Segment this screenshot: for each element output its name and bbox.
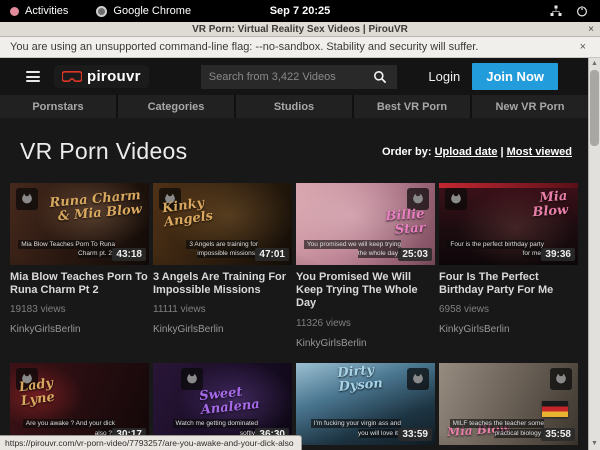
duration-badge: 35:58	[541, 428, 575, 441]
video-grid: Runa Charm & Mia Blow Mia Blow Teaches P…	[0, 183, 588, 450]
page-title: VR Porn Videos	[20, 138, 187, 165]
studio-logo-badge	[181, 368, 203, 390]
thumbnail-overlay-name: Kinky Angels	[161, 196, 213, 230]
thumbnail-overlay-name: Sweet Analena	[199, 384, 261, 417]
search-icon	[373, 70, 387, 84]
main-nav: Pornstars Categories Studios Best VR Por…	[0, 95, 588, 118]
video-thumbnail[interactable]: Runa Charm & Mia Blow Mia Blow Teaches P…	[10, 183, 149, 265]
search-input[interactable]	[201, 71, 363, 83]
scroll-down-icon[interactable]: ▼	[589, 438, 600, 450]
window-close-icon[interactable]: ×	[588, 22, 594, 37]
hamburger-menu-icon[interactable]	[26, 71, 40, 82]
status-bar-url: https://pirouvr.com/vr-porn-video/779325…	[0, 435, 302, 450]
site-logo[interactable]: pirouvr	[54, 65, 149, 88]
german-flag	[542, 401, 568, 417]
thumbnail-caption: I'm fucking your virgin ass and you will…	[304, 419, 401, 439]
studio-logo-badge	[16, 188, 38, 210]
studio-logo-badge	[407, 368, 429, 390]
video-thumbnail[interactable]: Dirty Dyson I'm fucking your virgin ass …	[296, 363, 435, 445]
activities-dot-icon	[10, 7, 19, 16]
video-thumbnail[interactable]: Kinky Angels 3 Angels are training for i…	[153, 183, 292, 265]
video-title[interactable]: Four Is The Perfect Birthday Party For M…	[439, 271, 578, 297]
nav-item-pornstars[interactable]: Pornstars	[0, 95, 116, 118]
scroll-up-icon[interactable]: ▲	[589, 58, 600, 70]
thumbnail-overlay-name: Billie Star	[385, 208, 426, 238]
network-icon[interactable]	[550, 5, 562, 17]
site-header: pirouvr Login Join Now	[0, 58, 588, 95]
studio-link[interactable]: KinkyGirlsBerlin	[439, 324, 510, 335]
video-card: Dirty Dyson I'm fucking your virgin ass …	[296, 363, 435, 450]
order-by-label: Order by:	[382, 146, 432, 158]
app-menu-label: Google Chrome	[113, 5, 191, 17]
duration-badge: 39:36	[541, 248, 575, 261]
system-top-bar: Activities Google Chrome Sep 7 20:25	[0, 0, 600, 22]
page-scrollbar[interactable]: ▲ ▼	[588, 58, 600, 450]
thumbnail-overlay-name: Runa Charm & Mia Blow	[49, 189, 143, 224]
activities-button[interactable]: Activities	[10, 5, 68, 17]
duration-badge: 25:03	[398, 248, 432, 261]
system-clock[interactable]: Sep 7 20:25	[0, 5, 600, 17]
login-button[interactable]: Login	[428, 69, 460, 84]
duration-badge: 33:59	[398, 428, 432, 441]
order-by-most-viewed-link[interactable]: Most viewed	[507, 146, 572, 158]
thumbnail-caption: 3 Angels are training for impossible mis…	[161, 240, 258, 260]
search-box	[201, 65, 397, 89]
video-thumbnail[interactable]: Lady Lyne Are you awake ? And your dick …	[10, 363, 149, 445]
window-title-bar: VR Porn: Virtual Reality Sex Videos | Pi…	[0, 22, 600, 37]
nav-item-studios[interactable]: Studios	[236, 95, 352, 118]
studio-link[interactable]: KinkyGirlsBerlin	[296, 338, 367, 349]
thumbnail-overlay-name: Dirty Dyson	[337, 363, 383, 394]
thumbnail-caption: You promised we will keep trying the who…	[304, 240, 401, 260]
video-views: 19183 views	[10, 304, 149, 315]
search-button[interactable]	[363, 65, 397, 89]
infobar-close-icon[interactable]: ×	[580, 41, 590, 53]
video-views: 11111 views	[153, 304, 292, 315]
studio-link[interactable]: KinkyGirlsBerlin	[10, 324, 81, 335]
browser-viewport: pirouvr Login Join Now Pornstars Categor…	[0, 58, 600, 450]
nav-item-best-vr-porn[interactable]: Best VR Porn	[354, 95, 470, 118]
video-card: Kinky Angels 3 Angels are training for i…	[153, 183, 292, 351]
infobar-message: You are using an unsupported command-lin…	[10, 41, 478, 53]
order-by-controls: Order by: Upload date|Most viewed	[382, 146, 572, 158]
video-thumbnail[interactable]: Mia Blow Four is the perfect birthday pa…	[439, 183, 578, 265]
thumbnail-overlay-name: Mia Blow	[531, 190, 569, 220]
duration-badge: 47:01	[255, 248, 289, 261]
window-title: VR Porn: Virtual Reality Sex Videos | Pi…	[192, 24, 408, 35]
video-card: Mia Blow Four is the perfect birthday pa…	[439, 183, 578, 351]
order-by-upload-date-link[interactable]: Upload date	[435, 146, 498, 158]
thumbnail-caption: Four is the perfect birthday party for m…	[447, 240, 544, 260]
video-views: 11326 views	[296, 318, 435, 329]
video-title[interactable]: Mia Blow Teaches Porn To Runa Charm Pt 2	[10, 271, 149, 297]
studio-link[interactable]: KinkyGirlsBerlin	[153, 324, 224, 335]
video-card: Mia Blow MILF teaches the teacher some p…	[439, 363, 578, 450]
video-title[interactable]: 3 Angels Are Training For Impossible Mis…	[153, 271, 292, 297]
thumbnail-overlay-name: Lady Lyne	[18, 376, 56, 408]
studio-logo-badge	[550, 368, 572, 390]
nav-item-new-vr-porn[interactable]: New VR Porn	[472, 95, 588, 118]
vr-goggles-icon	[62, 71, 82, 83]
activities-label: Activities	[25, 5, 68, 17]
studio-logo-badge	[445, 188, 467, 210]
chrome-infobar: You are using an unsupported command-lin…	[0, 37, 600, 58]
site-logo-text: pirouvr	[87, 68, 141, 85]
video-thumbnail[interactable]: Billie Star You promised we will keep tr…	[296, 183, 435, 265]
thumbnail-caption: Mia Blow Teaches Porn To Runa Charm pt. …	[18, 240, 115, 260]
scrollbar-thumb[interactable]	[590, 70, 599, 146]
app-menu-button[interactable]: Google Chrome	[96, 5, 191, 17]
chrome-icon	[96, 6, 107, 17]
video-card: Billie Star You promised we will keep tr…	[296, 183, 435, 351]
video-card: Runa Charm & Mia Blow Mia Blow Teaches P…	[10, 183, 149, 351]
video-thumbnail[interactable]: Mia Blow MILF teaches the teacher some p…	[439, 363, 578, 445]
power-icon[interactable]	[576, 5, 588, 17]
nav-item-categories[interactable]: Categories	[118, 95, 234, 118]
video-thumbnail[interactable]: Sweet Analena Watch me getting dominated…	[153, 363, 292, 445]
join-now-button[interactable]: Join Now	[472, 63, 558, 90]
thumbnail-caption: MILF teaches the teacher some practical …	[447, 419, 544, 439]
duration-badge: 43:18	[112, 248, 146, 261]
video-title[interactable]: You Promised We Will Keep Trying The Who…	[296, 271, 435, 311]
video-views: 6958 views	[439, 304, 578, 315]
